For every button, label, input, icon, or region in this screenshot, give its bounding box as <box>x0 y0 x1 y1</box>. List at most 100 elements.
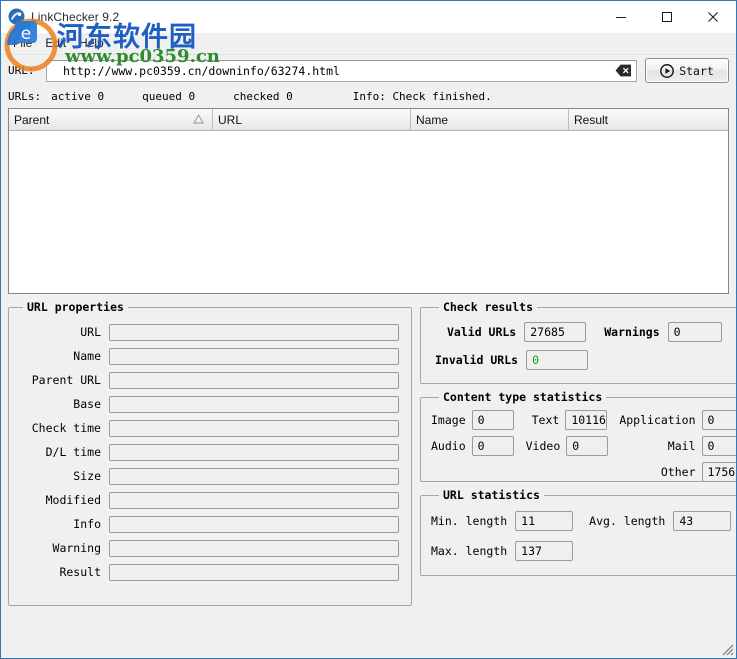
max-length-label: Max. length <box>431 544 508 558</box>
maximize-button[interactable] <box>644 1 690 32</box>
url-properties-group: URL properties URL Name Parent URL Base <box>8 300 412 606</box>
statistics-pane: Check results Valid URLs 27685 Warnings … <box>420 300 736 606</box>
application-label: Application <box>619 413 696 427</box>
column-header-url[interactable]: URL <box>213 109 411 130</box>
property-field-url[interactable] <box>109 323 399 341</box>
start-button[interactable]: Start <box>645 58 729 83</box>
property-row-warning: Warning <box>15 536 399 560</box>
min-length-value[interactable]: 11 <box>515 511 574 531</box>
invalid-urls-label: Invalid URLs <box>435 353 519 367</box>
property-label-warning: Warning <box>52 541 101 555</box>
check-results-title: Check results <box>443 300 534 314</box>
property-label-parent-url: Parent URL <box>31 373 101 387</box>
text-label: Text <box>531 413 560 427</box>
status-info: Info: Check finished. <box>352 89 492 103</box>
property-field-name[interactable] <box>109 347 399 365</box>
invalid-urls-value[interactable]: 0 <box>526 350 589 370</box>
column-header-result[interactable]: Result <box>569 109 728 130</box>
url-properties-title: URL properties <box>27 300 124 314</box>
property-field-result[interactable] <box>109 563 399 581</box>
clear-backspace-icon[interactable] <box>615 64 632 78</box>
mail-value[interactable]: 0 <box>701 436 736 456</box>
column-header-name-label: Name <box>416 112 449 127</box>
column-header-result-label: Result <box>574 112 609 127</box>
video-value[interactable]: 0 <box>566 436 609 456</box>
property-field-info[interactable] <box>109 515 399 533</box>
table-body[interactable] <box>9 131 728 293</box>
other-value[interactable]: 17569 <box>701 462 736 482</box>
close-button[interactable] <box>690 1 736 32</box>
property-row-base: Base <box>15 392 399 416</box>
avg-length-value[interactable]: 43 <box>673 511 732 531</box>
content-type-statistics-title: Content type statistics <box>443 390 603 404</box>
property-label-check-time: Check time <box>31 421 101 435</box>
content-type-row-2: Audio 0 Video 0 Mail 0 <box>431 433 736 459</box>
application-value[interactable]: 0 <box>701 410 736 430</box>
image-value[interactable]: 0 <box>471 410 514 430</box>
url-statistics-row-2: Max. length 137 <box>431 536 736 566</box>
url-label: URL: <box>8 64 35 77</box>
property-field-parent-url[interactable] <box>109 371 399 389</box>
minimize-icon <box>616 16 626 18</box>
minimize-button[interactable] <box>598 1 644 32</box>
status-bar: URLs: active 0 queued 0 checked 0 Info: … <box>1 86 736 106</box>
property-row-dl-time: D/L time <box>15 440 399 464</box>
column-header-parent-label: Parent <box>14 112 50 127</box>
property-field-size[interactable] <box>109 467 399 485</box>
image-label: Image <box>431 413 466 427</box>
property-label-modified: Modified <box>45 493 101 507</box>
content-type-row-1: Image 0 Text 10116 Application 0 <box>431 407 736 433</box>
sort-ascending-icon <box>193 113 204 127</box>
valid-urls-label: Valid URLs <box>447 325 517 339</box>
url-statistics-title: URL statistics <box>443 488 540 502</box>
url-statistics-row-1: Min. length 11 Avg. length 43 <box>431 506 736 536</box>
property-field-warning[interactable] <box>109 539 399 557</box>
url-statistics-group: URL statistics Min. length 11 Avg. lengt… <box>420 488 736 576</box>
check-results-row-2: Invalid URLs 0 <box>431 346 736 374</box>
maximize-icon <box>662 11 672 22</box>
app-logo-icon <box>8 8 25 25</box>
property-row-modified: Modified <box>15 488 399 512</box>
bottom-panels: URL properties URL Name Parent URL Base <box>1 294 736 606</box>
window-title: LinkChecker 9.2 <box>31 9 120 24</box>
other-label: Other <box>660 465 696 479</box>
property-field-base[interactable] <box>109 395 399 413</box>
url-properties-pane: URL properties URL Name Parent URL Base <box>8 300 412 606</box>
column-header-url-label: URL <box>218 112 243 127</box>
valid-urls-value[interactable]: 27685 <box>524 322 587 342</box>
menu-item-help[interactable]: Help <box>75 34 113 53</box>
video-label: Video <box>525 439 561 453</box>
column-header-name[interactable]: Name <box>411 109 569 130</box>
column-header-parent[interactable]: Parent <box>9 109 213 130</box>
property-field-modified[interactable] <box>109 491 399 509</box>
window-controls <box>598 1 736 32</box>
avg-length-label: Avg. length <box>589 514 666 528</box>
resize-grip[interactable] <box>720 642 734 656</box>
property-label-base: Base <box>73 397 101 411</box>
title-bar: LinkChecker 9.2 <box>1 1 736 33</box>
menu-item-file[interactable]: File <box>9 34 41 53</box>
check-results-group: Check results Valid URLs 27685 Warnings … <box>420 300 736 384</box>
audio-value[interactable]: 0 <box>471 436 514 456</box>
property-row-check-time: Check time <box>15 416 399 440</box>
mail-label: Mail <box>667 439 696 453</box>
property-row-size: Size <box>15 464 399 488</box>
url-input[interactable] <box>47 60 636 81</box>
property-row-result: Result <box>15 560 399 584</box>
application-window: LinkChecker 9.2 File Edit Help URL: http… <box>0 0 737 659</box>
urls-label: URLs: <box>8 89 42 103</box>
property-label-size: Size <box>73 469 101 483</box>
check-results-row-1: Valid URLs 27685 Warnings 0 <box>431 318 736 346</box>
warnings-label: Warnings <box>604 325 660 339</box>
menu-item-edit[interactable]: Edit <box>41 34 75 53</box>
max-length-value[interactable]: 137 <box>515 541 574 561</box>
property-field-check-time[interactable] <box>109 419 399 437</box>
content-type-statistics-group: Content type statistics Image 0 Text 101… <box>420 390 736 482</box>
property-field-dl-time[interactable] <box>109 443 399 461</box>
results-table: Parent URL Name Result <box>8 108 729 294</box>
warnings-value[interactable]: 0 <box>667 322 722 342</box>
property-label-info: Info <box>73 517 101 531</box>
property-row-url: URL <box>15 320 399 344</box>
text-value[interactable]: 10116 <box>565 410 608 430</box>
property-label-result: Result <box>59 565 101 579</box>
